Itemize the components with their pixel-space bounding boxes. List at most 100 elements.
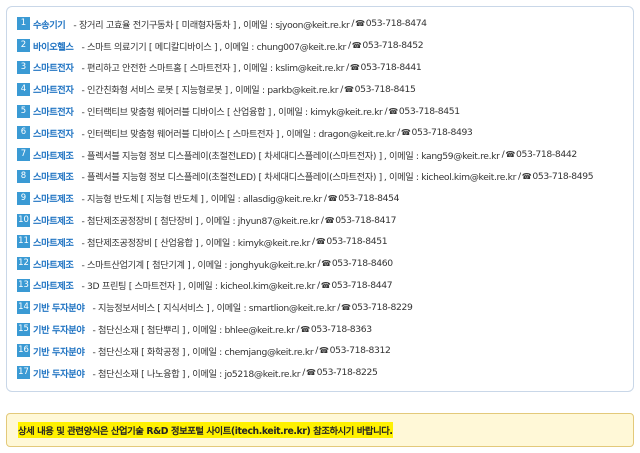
item-number-badge: 6 xyxy=(17,126,30,140)
phone-prefix: / xyxy=(317,258,321,270)
category-label: 스마트제조 xyxy=(33,259,74,271)
phone-icon: ☎ xyxy=(349,62,360,72)
contact-phone: / ☎ 053-718-8495 xyxy=(518,171,594,182)
contact-phone: / ☎ 053-718-8415 xyxy=(340,83,416,95)
category-label: 스마트전자 xyxy=(33,85,74,97)
phone-prefix: / xyxy=(347,40,351,52)
category-label: 기반 두자분야 xyxy=(33,368,85,380)
list-item: 14 기반 두자분야 - 지능정보서비스 [ 지식서비스 ] , 이메일 : s… xyxy=(17,296,627,318)
contact-phone: / ☎ 053-718-8442 xyxy=(501,149,578,161)
phone-icon: ☎ xyxy=(321,259,331,269)
phone-icon: ☎ xyxy=(343,84,354,94)
phone-prefix: / xyxy=(384,105,388,117)
contact-phone: / ☎ 053-718-8229 xyxy=(337,302,413,313)
notice-text: 상세 내용 및 관련양식은 산업기술 R&D 정보포털 사이트(itech.ke… xyxy=(18,422,393,438)
phone-icon: ☎ xyxy=(305,368,316,378)
item-number-badge: 3 xyxy=(17,60,30,74)
phone-icon: ☎ xyxy=(388,106,398,116)
category-label: 스마트전자 xyxy=(33,128,74,140)
item-description: - 장거리 고효율 전기구동차 [ 미래형자동차 ] xyxy=(73,19,237,31)
phone-number: 053-718-8474 xyxy=(365,18,427,30)
item-description: - 스마트 의료기기 [ 메디칼디바이스 ] xyxy=(81,41,218,53)
contact-email[interactable]: , 이메일 : kimyk@keit.re.kr xyxy=(273,104,383,118)
contact-phone: / ☎ 053-718-8451 xyxy=(312,236,388,248)
phone-icon: ☎ xyxy=(521,171,532,181)
item-description: - 지능형 반도체 [ 지능형 반도체 ] xyxy=(81,194,204,206)
item-number-badge: 2 xyxy=(17,39,30,53)
phone-number: 053-718-8454 xyxy=(338,192,400,204)
contact-list-panel: 1 수송기기 - 장거리 고효율 전기구동차 [ 미래형자동차 ] , 이메일 … xyxy=(6,6,634,392)
item-number-badge: 1 xyxy=(17,17,30,31)
contact-email[interactable]: , 이메일 : chemjang@keit.re.kr xyxy=(187,344,314,358)
phone-number: 053-718-8493 xyxy=(411,127,473,139)
item-number-badge: 8 xyxy=(17,169,30,183)
list-item: 2 바이오헬스 - 스마트 의료기기 [ 메디칼디바이스 ] , 이메일 : c… xyxy=(17,35,627,57)
category-label: 스마트제조 xyxy=(33,194,74,206)
category-label: 기반 두자분야 xyxy=(33,325,85,337)
item-description: - 첨단신소재 [ 화학공정 ] xyxy=(92,346,186,358)
category-label: 스마트전자 xyxy=(33,107,74,119)
item-number-badge: 15 xyxy=(17,322,30,336)
contact-email[interactable]: , 이메일 : kicheol.kim@keit.re.kr xyxy=(183,278,315,292)
contact-phone: / ☎ 053-718-8452 xyxy=(347,40,424,52)
category-label: 바이오헬스 xyxy=(33,41,74,53)
item-description: - 플렉서블 지능형 정보 디스플레이(초절전LED) [ 차세대디스플레이(스… xyxy=(81,150,383,162)
phone-icon: ☎ xyxy=(400,128,411,138)
list-item: 15 기반 두자분야 - 첨단신소재 [ 첨단뿌리 ] , 이메일 : bhle… xyxy=(17,318,627,340)
item-number-badge: 17 xyxy=(17,366,30,380)
contact-email[interactable]: , 이메일 : chung007@keit.re.kr xyxy=(219,39,346,53)
list-item: 1 수송기기 - 장거리 고효율 전기구동차 [ 미래형자동차 ] , 이메일 … xyxy=(17,13,627,35)
contact-phone: / ☎ 053-718-8451 xyxy=(384,105,460,117)
contact-email[interactable]: , 이메일 : dragon@keit.re.kr xyxy=(281,126,395,140)
contact-email[interactable]: , 이메일 : smartlion@keit.re.kr xyxy=(211,300,335,314)
category-label: 기반 두자분야 xyxy=(33,303,85,315)
item-description: - 첨단제조공정장비 [ 첨단장비 ] xyxy=(81,216,199,228)
item-description: - 첨단제조공정장비 [ 산업융합 ] xyxy=(81,237,199,249)
item-number-badge: 13 xyxy=(17,278,30,292)
item-number-badge: 14 xyxy=(17,300,30,314)
item-description: - 인터랙티브 맞춤형 웨어러블 디바이스 [ 산업융합 ] xyxy=(81,107,272,119)
contact-email[interactable]: , 이메일 : kslim@keit.re.kr xyxy=(238,60,344,74)
phone-icon: ☎ xyxy=(327,193,338,203)
item-description: - 지능정보서비스 [ 지식서비스 ] xyxy=(92,303,210,315)
contact-email[interactable]: , 이메일 : sjyoon@keit.re.kr xyxy=(238,17,350,31)
category-label: 스마트전자 xyxy=(33,63,74,75)
phone-icon: ☎ xyxy=(320,280,331,290)
contact-email[interactable]: , 이메일 : kimyk@keit.re.kr xyxy=(200,235,310,249)
phone-number: 053-718-8363 xyxy=(310,323,372,335)
category-label: 스마트제조 xyxy=(33,172,74,184)
list-item: 16 기반 두자분야 - 첨단신소재 [ 화학공정 ] , 이메일 : chem… xyxy=(17,340,627,362)
item-number-badge: 4 xyxy=(17,82,30,96)
contact-email[interactable]: , 이메일 : jo5218@keit.re.kr xyxy=(187,366,300,380)
phone-prefix: / xyxy=(302,367,305,379)
phone-prefix: / xyxy=(501,149,505,161)
phone-prefix: / xyxy=(296,323,300,335)
phone-number: 053-718-8415 xyxy=(354,83,416,95)
item-description: - 인터랙티브 맞춤형 웨어러블 디바이스 [ 스마트전자 ] xyxy=(81,128,280,140)
item-number-badge: 7 xyxy=(17,148,30,162)
phone-number: 053-718-8417 xyxy=(335,214,397,226)
item-description: - 인간친화형 서비스 로봇 [ 지능형로봇 ] xyxy=(81,85,229,97)
category-label: 기반 두자분야 xyxy=(33,346,85,358)
list-item: 4 스마트전자 - 인간친화형 서비스 로봇 [ 지능형로봇 ] , 이메일 :… xyxy=(17,78,627,100)
phone-icon: ☎ xyxy=(340,302,351,312)
contact-email[interactable]: , 이메일 : kicheol.kim@keit.re.kr xyxy=(384,169,516,183)
contact-email[interactable]: , 이메일 : jonghyuk@keit.re.kr xyxy=(192,257,315,271)
phone-number: 053-718-8451 xyxy=(326,236,388,248)
phone-number: 053-718-8451 xyxy=(398,105,460,117)
contact-email[interactable]: , 이메일 : bhlee@keit.re.kr xyxy=(187,322,295,336)
contact-email[interactable]: , 이메일 : jhyun87@keit.re.kr xyxy=(200,213,319,227)
contact-phone: / ☎ 053-718-8363 xyxy=(296,323,373,335)
list-item: 12 스마트제조 - 스마트산업기계 [ 첨단기계 ] , 이메일 : jong… xyxy=(17,253,627,275)
contact-email[interactable]: , 이메일 : parkb@keit.re.kr xyxy=(230,82,339,96)
contact-email[interactable]: , 이메일 : kang59@keit.re.kr xyxy=(384,148,500,162)
item-description: - 첨단신소재 [ 나노융합 ] xyxy=(92,368,186,380)
contact-list: 1 수송기기 - 장거리 고효율 전기구동차 [ 미래형자동차 ] , 이메일 … xyxy=(17,13,627,384)
contact-phone: / ☎ 053-718-8225 xyxy=(302,367,378,379)
item-number-badge: 12 xyxy=(17,257,30,271)
item-number-badge: 11 xyxy=(17,235,30,249)
contact-email[interactable]: , 이메일 : allasdig@keit.re.kr xyxy=(206,191,323,205)
contact-phone: / ☎ 053-718-8474 xyxy=(351,18,427,30)
item-description: - 스마트산업기계 [ 첨단기계 ] xyxy=(81,259,191,271)
phone-number: 053-718-8225 xyxy=(316,367,378,379)
